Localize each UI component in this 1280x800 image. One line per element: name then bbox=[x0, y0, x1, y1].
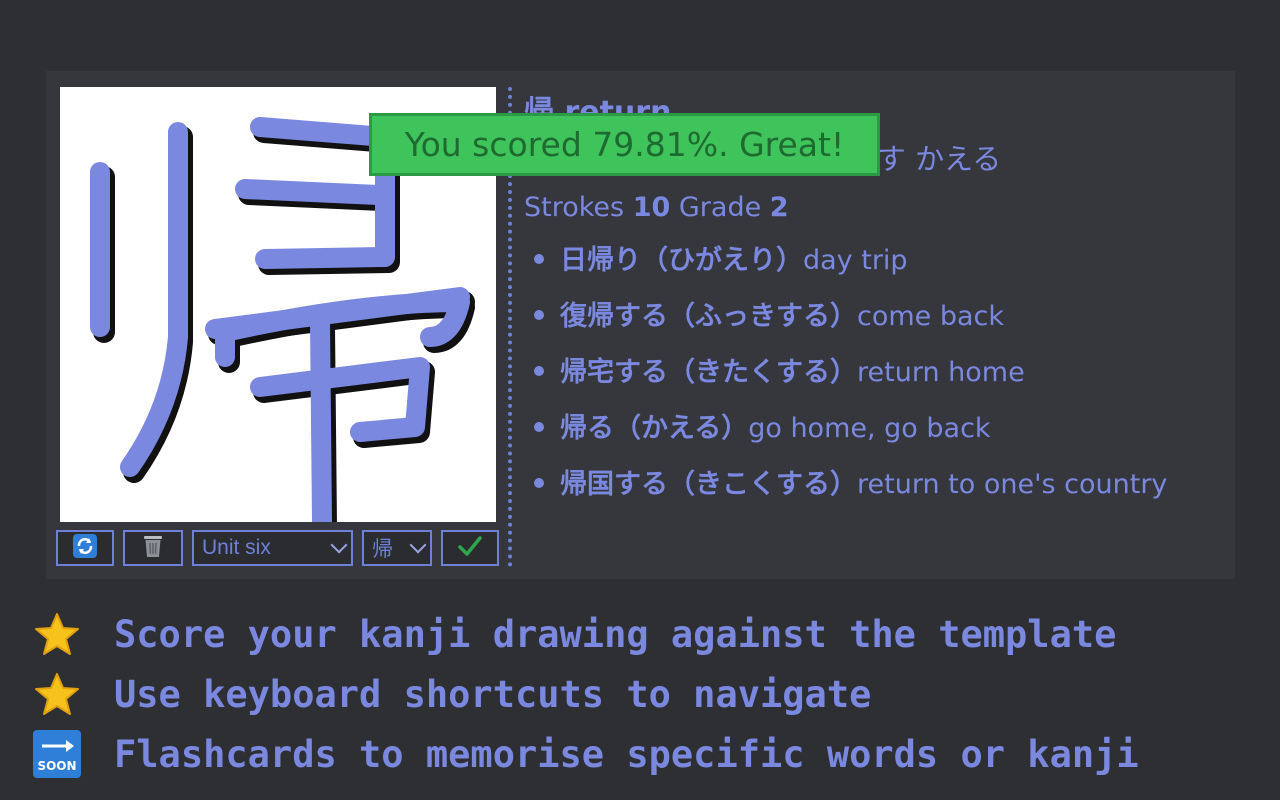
feature-item: Score your kanji drawing against the tem… bbox=[32, 604, 1262, 664]
vocab-word: 復帰する（ふっきする） bbox=[560, 301, 857, 332]
feature-item: SOON Flashcards to memorise specific wor… bbox=[32, 724, 1262, 784]
check-icon bbox=[457, 535, 483, 561]
list-item: 帰国する（きこくする）return to one's country bbox=[524, 457, 1224, 513]
vocab-meaning: return to one's country bbox=[857, 469, 1168, 500]
vocab-word: 帰国する（きこくする） bbox=[560, 469, 857, 500]
bullet-icon bbox=[534, 366, 544, 376]
grade-value: 2 bbox=[769, 192, 789, 223]
feature-text: Flashcards to memorise specific words or… bbox=[114, 732, 1139, 776]
star-icon bbox=[32, 609, 82, 659]
feature-text: Score your kanji drawing against the tem… bbox=[114, 612, 1117, 656]
feature-item: Use keyboard shortcuts to navigate bbox=[32, 664, 1262, 724]
kanji-stats: Strokes 10 Grade 2 bbox=[524, 183, 1224, 233]
unit-select[interactable]: Unit six bbox=[192, 530, 353, 566]
vocab-word: 日帰り（ひがえり） bbox=[560, 245, 803, 276]
canvas-toolbar: Unit six 帰 bbox=[56, 530, 500, 568]
reload-icon bbox=[72, 533, 98, 563]
star-icon bbox=[32, 669, 82, 719]
reload-button[interactable] bbox=[56, 530, 114, 566]
trash-icon bbox=[141, 533, 165, 563]
grade-label: Grade bbox=[678, 192, 762, 223]
vocab-word: 帰る（かえる） bbox=[560, 413, 749, 444]
chevron-down-icon bbox=[409, 536, 427, 554]
kanji-select[interactable]: 帰 bbox=[362, 530, 432, 566]
bullet-icon bbox=[534, 478, 544, 488]
strokes-value: 10 bbox=[632, 192, 671, 223]
vocab-meaning: return home bbox=[857, 357, 1025, 388]
kanji-select-value: 帰 bbox=[372, 538, 393, 561]
vocab-meaning: day trip bbox=[803, 245, 908, 276]
vocab-list: 日帰り（ひがえり）day trip 復帰する（ふっきする）come back 帰… bbox=[524, 233, 1224, 513]
bullet-icon bbox=[534, 422, 544, 432]
list-item: 日帰り（ひがえり）day trip bbox=[524, 233, 1224, 289]
bullet-icon bbox=[534, 254, 544, 264]
score-toast: You scored 79.81%. Great! bbox=[369, 113, 880, 176]
svg-text:SOON: SOON bbox=[37, 759, 76, 773]
clear-canvas-button[interactable] bbox=[123, 530, 183, 566]
feature-list: Score your kanji drawing against the tem… bbox=[32, 604, 1262, 784]
feature-text: Use keyboard shortcuts to navigate bbox=[114, 672, 872, 716]
bullet-icon bbox=[534, 310, 544, 320]
check-button[interactable] bbox=[441, 530, 499, 566]
vocab-word: 帰宅する（きたくする） bbox=[560, 357, 857, 388]
soon-icon: SOON bbox=[32, 729, 82, 779]
list-item: 復帰する（ふっきする）come back bbox=[524, 289, 1224, 345]
list-item: 帰る（かえる）go home, go back bbox=[524, 401, 1224, 457]
strokes-label: Strokes bbox=[524, 192, 625, 223]
vocab-meaning: come back bbox=[857, 301, 1005, 332]
unit-select-value: Unit six bbox=[202, 536, 271, 559]
list-item: 帰宅する（きたくする）return home bbox=[524, 345, 1224, 401]
chevron-down-icon bbox=[330, 536, 348, 554]
vocab-meaning: go home, go back bbox=[748, 413, 991, 444]
